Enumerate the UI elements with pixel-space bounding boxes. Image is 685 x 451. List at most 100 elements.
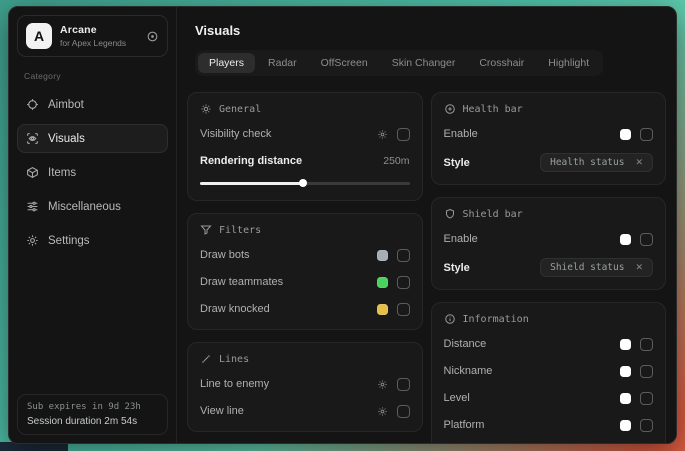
sidebar-item-miscellaneous[interactable]: Miscellaneous (17, 192, 168, 221)
crosshair-icon (26, 98, 39, 111)
status-icon[interactable] (146, 30, 159, 43)
checkbox[interactable] (640, 233, 653, 246)
checkbox[interactable] (640, 338, 653, 351)
sidebar-item-aimbot[interactable]: Aimbot (17, 90, 168, 119)
line-icon (200, 353, 212, 365)
color-swatch[interactable] (377, 277, 388, 288)
sidebar-item-settings[interactable]: Settings (17, 226, 168, 255)
row-draw-bots: Draw bots (200, 247, 410, 263)
panel-shield-bar-header: Shield bar (444, 208, 654, 220)
row-label: Line to enemy (200, 378, 269, 390)
checkbox[interactable] (397, 303, 410, 316)
health-icon (444, 103, 456, 115)
checkbox[interactable] (397, 249, 410, 262)
row-label: Nickname (444, 365, 493, 377)
row-view-line: View line (200, 403, 410, 419)
row-rendering-distance: Rendering distance 250m (200, 153, 410, 169)
row-label: Platform (444, 419, 485, 431)
panel-general: General Visibility check Rendering dista… (187, 92, 423, 201)
row-level: Level (444, 390, 654, 406)
checkbox[interactable] (640, 365, 653, 378)
left-column: General Visibility check Rendering dista… (187, 92, 423, 443)
panel-title: General (219, 104, 261, 115)
color-swatch[interactable] (620, 393, 631, 404)
checkbox[interactable] (640, 128, 653, 141)
funnel-icon (200, 224, 212, 236)
panel-filters-header: Filters (200, 224, 410, 236)
row-shield-style: Style Shield status ✕ (444, 258, 654, 277)
panel-information-header: Information (444, 313, 654, 325)
tab-players[interactable]: Players (198, 53, 255, 73)
row-label: Visibility check (200, 128, 271, 140)
row-label: Draw knocked (200, 303, 270, 315)
clear-icon[interactable]: ✕ (635, 262, 643, 273)
row-health-style: Style Health status ✕ (444, 153, 654, 172)
panel-health-bar: Health bar Enable Style Health status (431, 92, 667, 185)
option-gear-icon[interactable] (377, 406, 388, 417)
row-label: Enable (444, 233, 478, 245)
color-swatch[interactable] (377, 304, 388, 315)
tab-highlight[interactable]: Highlight (537, 53, 600, 73)
tab-crosshair[interactable]: Crosshair (468, 53, 535, 73)
sidebar-item-label: Settings (48, 235, 90, 247)
panel-general-header: General (200, 103, 410, 115)
row-label: Rendering distance (200, 155, 302, 167)
checkbox[interactable] (397, 276, 410, 289)
sidebar-item-label: Items (48, 167, 76, 179)
panel-filters: Filters Draw bots Draw teammates (187, 213, 423, 330)
row-label: Draw bots (200, 249, 250, 261)
color-swatch[interactable] (620, 366, 631, 377)
checkbox[interactable] (397, 128, 410, 141)
sidebar-item-visuals[interactable]: Visuals (17, 124, 168, 153)
color-swatch[interactable] (620, 420, 631, 431)
tab-radar[interactable]: Radar (257, 53, 308, 73)
row-label: Level (444, 392, 470, 404)
sidebar: A Arcane for Apex Legends Category Aimbo… (9, 7, 177, 443)
brand-text: Arcane for Apex Legends (60, 24, 138, 48)
category-label: Category (24, 71, 168, 81)
checkbox[interactable] (640, 419, 653, 432)
subscription-card: Sub expires in 9d 23h Session duration 2… (17, 394, 168, 435)
panel-health-bar-header: Health bar (444, 103, 654, 115)
row-draw-knocked: Draw knocked (200, 301, 410, 317)
row-line-to-enemy: Line to enemy (200, 376, 410, 392)
app-subtitle: for Apex Legends (60, 38, 138, 48)
sidebar-item-items[interactable]: Items (17, 158, 168, 187)
row-label: Draw teammates (200, 276, 283, 288)
checkbox[interactable] (397, 405, 410, 418)
tab-skin-changer[interactable]: Skin Changer (381, 53, 467, 73)
health-style-dropdown[interactable]: Health status ✕ (540, 153, 653, 172)
option-gear-icon[interactable] (377, 129, 388, 140)
tab-offscreen[interactable]: OffScreen (310, 53, 379, 73)
slider-thumb[interactable] (299, 179, 307, 187)
row-label: Enable (444, 128, 478, 140)
sun-icon (200, 103, 212, 115)
session-duration-text: Session duration 2m 54s (27, 416, 158, 427)
right-column: Health bar Enable Style Health status (431, 92, 667, 443)
clear-icon[interactable]: ✕ (635, 157, 643, 168)
row-shield-enable: Enable (444, 231, 654, 247)
checkbox[interactable] (640, 392, 653, 405)
package-icon (26, 166, 39, 179)
rendering-distance-slider[interactable] (200, 178, 410, 188)
color-swatch[interactable] (620, 234, 631, 245)
rendering-distance-value: 250m (383, 155, 409, 167)
panel-information: Information Distance Nickname (431, 302, 667, 443)
sidebar-item-label: Miscellaneous (48, 201, 121, 213)
sidebar-item-label: Aimbot (48, 99, 84, 111)
color-swatch[interactable] (620, 339, 631, 350)
app-window: A Arcane for Apex Legends Category Aimbo… (8, 6, 677, 444)
page-title: Visuals (195, 23, 666, 38)
option-gear-icon[interactable] (377, 379, 388, 390)
tabbar: Players Radar OffScreen Skin Changer Cro… (195, 50, 603, 76)
color-swatch[interactable] (620, 129, 631, 140)
panel-title: Lines (219, 354, 249, 365)
checkbox[interactable] (397, 378, 410, 391)
shield-style-dropdown[interactable]: Shield status ✕ (540, 258, 653, 277)
row-label: Distance (444, 338, 487, 350)
panel-title: Health bar (463, 104, 523, 115)
app-logo: A (26, 23, 52, 49)
dropdown-value: Shield status (550, 262, 624, 273)
color-swatch[interactable] (377, 250, 388, 261)
panel-title: Information (463, 314, 529, 325)
